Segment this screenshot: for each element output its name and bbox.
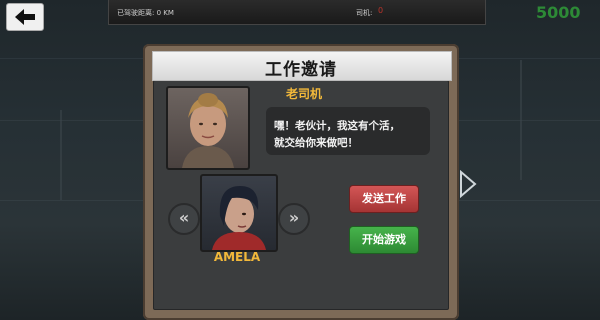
boss-portrait [166,86,250,170]
next-driver-button[interactable]: » [278,203,310,235]
message-line-2: 就交给你来做吧！ [274,137,358,149]
back-button[interactable] [6,3,44,31]
double-chevron-left-icon: « [178,208,190,227]
boss-name: 老司机 [286,87,323,101]
driver-name: AMELA [213,250,261,264]
distance-readout: 已驾驶距离: 0 KM [117,9,174,17]
send-job-button[interactable]: 发送工作 [349,185,419,213]
driver-portrait [200,174,278,252]
next-page-arrow-icon[interactable] [458,170,478,198]
start-game-button[interactable]: 开始游戏 [349,226,419,254]
money-counter: 5000 [536,3,581,22]
prev-driver-button[interactable]: « [168,203,200,235]
arrow-left-icon [15,9,35,25]
dialog-title: 工作邀请 [265,60,337,80]
driver-value: 0 [378,6,384,15]
double-chevron-right-icon: » [288,208,300,227]
message-line-1: 嘿！老伙计，我这有个活， [274,120,400,132]
driver-label: 司机: [356,9,373,17]
